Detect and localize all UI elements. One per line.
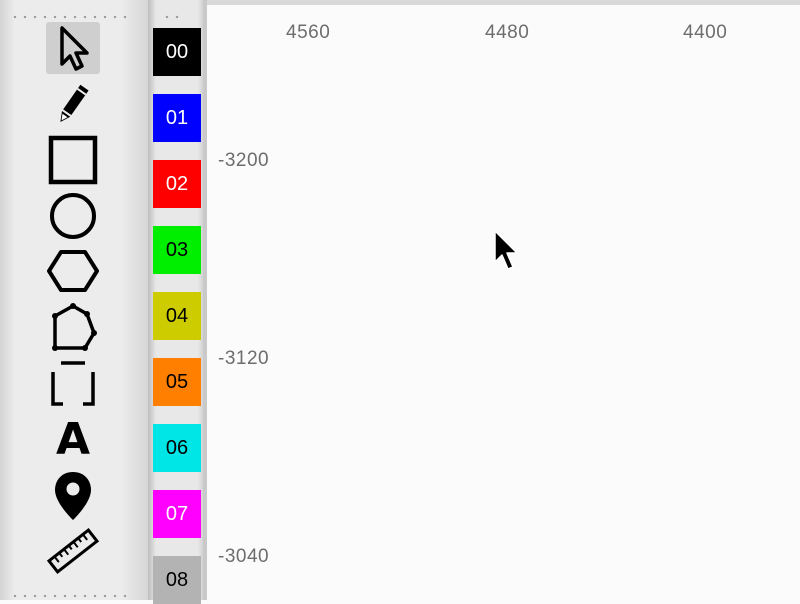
y-ruler-label: -3200	[218, 150, 270, 171]
drawing-canvas[interactable]: 4560 4480 4400 -3200 -3120 -3040	[207, 0, 800, 600]
arrow-pointer-icon	[60, 26, 89, 71]
color-swatch-03[interactable]: 03	[153, 226, 201, 274]
color-swatch-08[interactable]: 08	[153, 556, 201, 604]
color-swatch-02[interactable]: 02	[153, 160, 201, 208]
text-a-icon: A	[55, 414, 91, 465]
bracket-tool-button[interactable]	[46, 358, 100, 410]
measure-tool-button[interactable]	[46, 525, 100, 577]
mouse-cursor-icon	[494, 230, 518, 270]
color-swatch-05[interactable]: 05	[153, 358, 201, 406]
color-swatch-00[interactable]: 00	[153, 28, 201, 76]
map-pin-icon	[55, 472, 91, 520]
toolbar-bottom-grip	[10, 594, 128, 598]
palette-drag-handle[interactable]	[162, 15, 182, 19]
marker-tool-button[interactable]	[46, 470, 100, 522]
circle-tool-button[interactable]	[46, 190, 100, 242]
y-ruler-label: -3040	[218, 546, 270, 567]
color-swatch-01[interactable]: 01	[153, 94, 201, 142]
polygon-tool-button[interactable]	[46, 302, 100, 354]
color-swatch-07[interactable]: 07	[153, 490, 201, 538]
toolbar-drag-handle[interactable]	[10, 15, 128, 19]
hexagon-icon	[47, 250, 99, 292]
color-swatch-06[interactable]: 06	[153, 424, 201, 472]
pencil-icon	[60, 84, 89, 123]
x-ruler-label: 4480	[485, 22, 530, 43]
rectangle-tool-button[interactable]	[46, 134, 100, 186]
ruler-icon	[46, 527, 100, 575]
circle-icon	[50, 193, 96, 239]
tool-panel: A	[0, 0, 148, 600]
y-ruler-label: -3120	[218, 348, 270, 369]
polygon-icon	[52, 303, 97, 351]
x-ruler-label: 4560	[286, 22, 331, 43]
bracket-icon	[51, 361, 95, 406]
text-tool-button[interactable]: A	[46, 414, 100, 466]
color-swatch-04[interactable]: 04	[153, 292, 201, 340]
hexagon-tool-button[interactable]	[46, 245, 100, 297]
select-tool-button[interactable]	[46, 22, 100, 74]
pencil-tool-button[interactable]	[46, 78, 100, 130]
x-ruler-label: 4400	[683, 22, 728, 43]
color-palette: 00 01 02 03 04 05 06 07 08	[148, 0, 206, 604]
square-icon	[48, 135, 98, 185]
